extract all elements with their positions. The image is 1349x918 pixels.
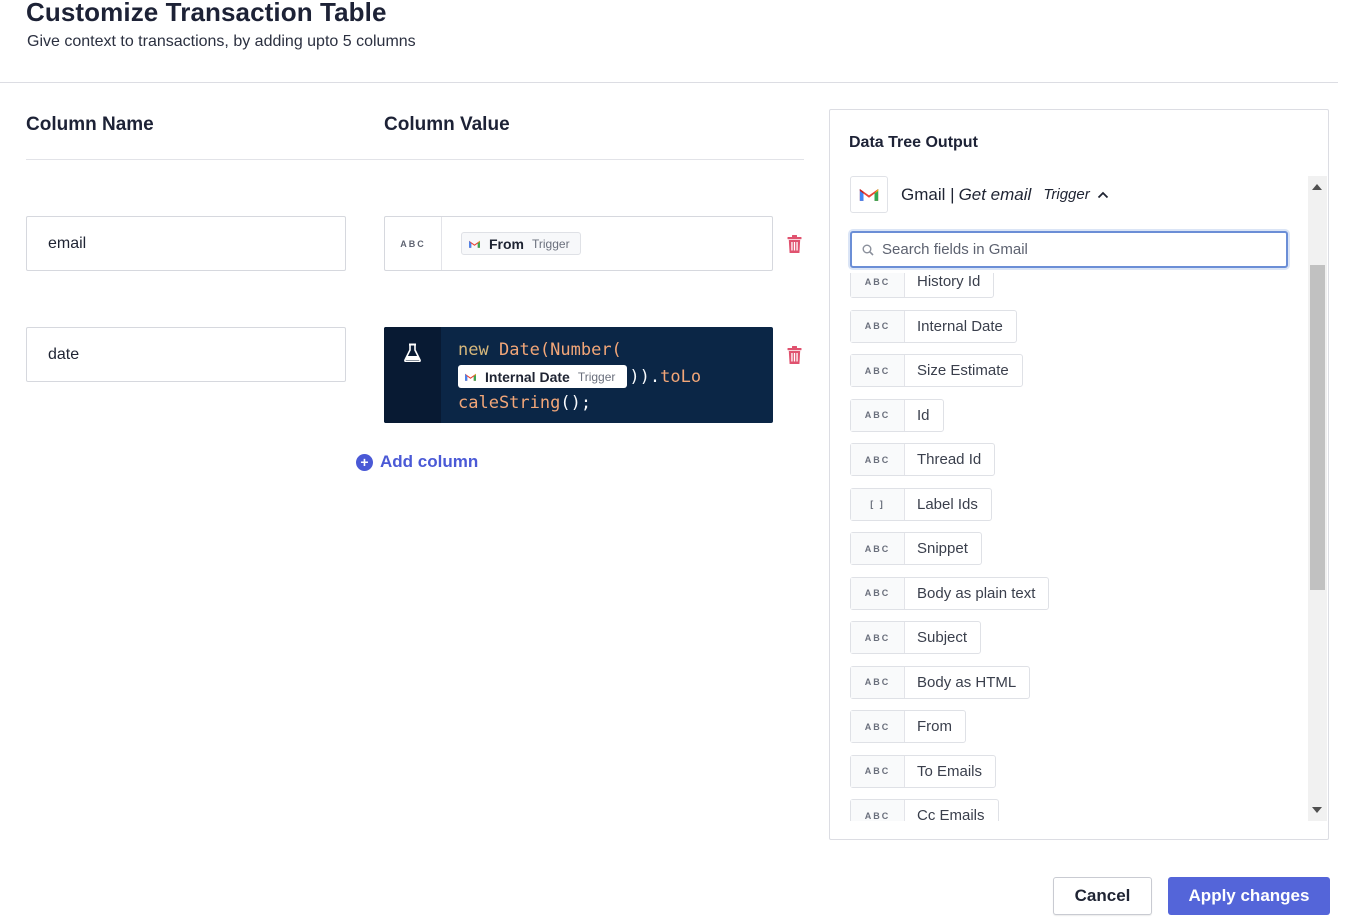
field-label: From <box>917 718 952 735</box>
gmail-icon <box>469 240 480 248</box>
field-type-badge: ABC <box>851 444 905 475</box>
data-tree-panel: Data Tree Output Gmail | Get email Trigg… <box>829 109 1329 840</box>
add-column-label: Add column <box>380 452 479 471</box>
gmail-icon <box>465 373 476 381</box>
field-label: Id <box>917 406 930 424</box>
source-separator: | <box>950 184 955 204</box>
search-input[interactable] <box>882 241 1262 258</box>
code-punct: )). <box>629 366 661 387</box>
action-name: Get email <box>958 184 1032 204</box>
scrollbar[interactable] <box>1308 176 1327 821</box>
field-list: ABC History Id ABC Internal Date ABC Size Est… <box>830 273 1308 821</box>
field-label: Body as plain text <box>917 584 1036 602</box>
field-item[interactable]: ABC Thread Id <box>850 443 996 476</box>
column-name-input-date[interactable]: date <box>26 327 346 382</box>
field-type-badge: ABC <box>851 577 905 609</box>
flask-icon[interactable] <box>404 343 421 362</box>
trash-icon[interactable] <box>787 346 802 364</box>
header-divider <box>26 159 804 160</box>
field-label: Body as HTML <box>917 673 1017 691</box>
pill-label: Internal Date <box>485 368 570 385</box>
column-name-header: Column Name <box>26 114 154 135</box>
code-line-3: caleString (); <box>458 390 763 417</box>
field-item[interactable]: ABC Body as plain text <box>850 576 1050 610</box>
field-type-badge: ABC <box>851 755 905 787</box>
field-type-badge: ABC <box>851 399 905 431</box>
cancel-button[interactable]: Cancel <box>1053 877 1152 915</box>
trash-icon[interactable] <box>787 235 802 253</box>
field-item[interactable]: ABC Cc Emails <box>850 799 999 821</box>
field-item[interactable]: ABC From <box>850 710 966 743</box>
field-item[interactable]: [ ] Label Ids <box>850 487 992 521</box>
field-label: Subject <box>917 629 968 646</box>
trigger-label: Trigger <box>1043 186 1090 203</box>
code-method: toLo <box>660 366 702 387</box>
page-subtitle: Give context to transactions, by adding … <box>27 33 416 50</box>
field-type-badge: ABC <box>851 533 905 564</box>
field-label: History Id <box>917 273 981 290</box>
add-column-button[interactable]: + Add column <box>356 452 478 472</box>
scroll-up-arrow[interactable] <box>1312 184 1322 190</box>
panel-title: Data Tree Output <box>849 134 978 151</box>
code-editor[interactable]: new Date(Number( Internal Date Trigger )… <box>384 327 773 423</box>
value-cell: From Trigger <box>442 217 772 270</box>
column-name-value: date <box>48 345 80 363</box>
field-label: To Emails <box>917 762 983 780</box>
gmail-icon <box>859 189 879 201</box>
field-type-badge: ABC <box>851 800 905 821</box>
field-label: Size Estimate <box>917 362 1009 379</box>
code-method: caleString <box>458 393 561 413</box>
code-gutter <box>384 327 441 423</box>
pill-label: From <box>489 235 524 252</box>
field-item[interactable]: ABC Body as HTML <box>850 665 1031 699</box>
column-value-field-email[interactable]: ABC From Trigger <box>384 216 773 271</box>
source-header[interactable]: Gmail | Get email Trigger <box>850 176 1109 213</box>
field-label: Label Ids <box>917 495 978 513</box>
code-call: Date(Number( <box>498 340 622 360</box>
field-item[interactable]: ABC Snippet <box>850 532 982 565</box>
field-label: Cc Emails <box>917 807 985 821</box>
field-item[interactable]: ABC Subject <box>850 621 982 654</box>
field-item[interactable]: ABC Internal Date <box>850 309 1017 343</box>
field-type-badge: [ ] <box>851 488 905 520</box>
gmail-logo-box <box>850 176 888 213</box>
app-name: Gmail <box>901 184 946 204</box>
field-item[interactable]: ABC Size Estimate <box>850 354 1023 387</box>
type-badge: ABC <box>385 217 442 270</box>
plus-circle-icon: + <box>356 453 373 471</box>
field-pill-internal-date[interactable]: Internal Date Trigger <box>458 365 628 389</box>
field-label: Snippet <box>917 540 968 557</box>
source-text: Gmail | Get email Trigger <box>901 185 1109 205</box>
field-label: Thread Id <box>917 451 982 468</box>
field-type-badge: ABC <box>851 355 905 386</box>
column-name-value: email <box>48 234 87 252</box>
field-item[interactable]: ABC Id <box>850 398 944 432</box>
search-icon <box>862 244 874 256</box>
chevron-up-icon[interactable] <box>1097 191 1109 199</box>
top-divider <box>0 82 1338 83</box>
field-label: Internal Date <box>917 317 1003 335</box>
field-type-badge: ABC <box>851 711 905 742</box>
apply-changes-button[interactable]: Apply changes <box>1168 877 1330 915</box>
field-pill-from[interactable]: From Trigger <box>461 232 581 255</box>
code-punct: (); <box>560 393 592 413</box>
field-item[interactable]: ABC History Id <box>850 273 995 298</box>
field-type-badge: ABC <box>851 622 905 653</box>
field-type-badge: ABC <box>851 310 905 342</box>
scroll-down-arrow[interactable] <box>1312 807 1322 813</box>
code-keyword: new <box>458 340 489 360</box>
code-line-2: Internal Date Trigger )). toLo <box>458 364 763 391</box>
scroll-thumb[interactable] <box>1310 265 1325 590</box>
pill-tag: Trigger <box>577 369 616 384</box>
search-field[interactable] <box>850 231 1288 268</box>
code-line-1: new Date(Number( <box>458 337 763 364</box>
field-type-badge: ABC <box>851 666 905 698</box>
code-content: new Date(Number( Internal Date Trigger )… <box>441 327 773 423</box>
field-type-badge: ABC <box>851 273 905 297</box>
field-item[interactable]: ABC To Emails <box>850 754 997 788</box>
column-name-input-email[interactable]: email <box>26 216 346 271</box>
pill-tag: Trigger <box>532 236 570 251</box>
page-title: Customize Transaction Table <box>26 0 387 27</box>
column-value-header: Column Value <box>384 114 510 135</box>
